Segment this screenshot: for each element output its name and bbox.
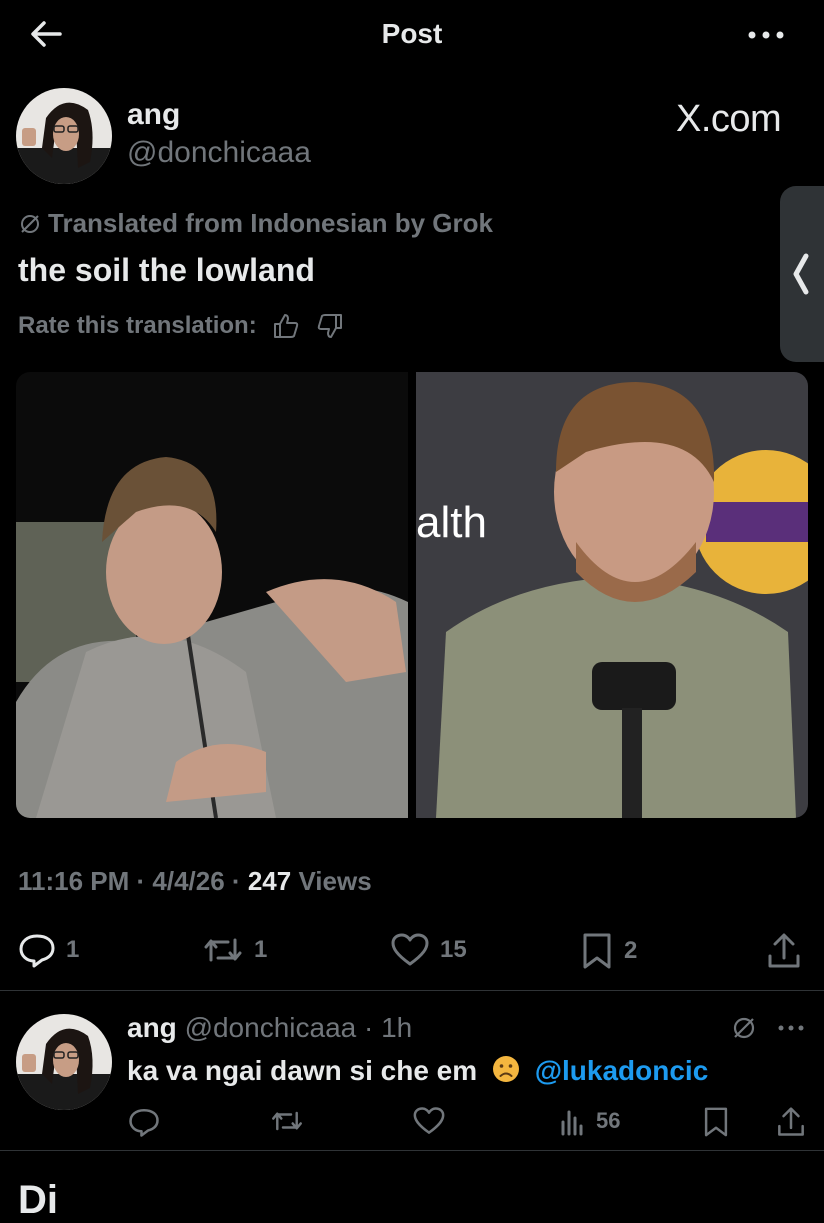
reply-translate-button[interactable] bbox=[730, 1014, 758, 1042]
reply-meta: ang @donchicaaa · 1h bbox=[127, 1012, 413, 1043]
avatar[interactable] bbox=[16, 88, 112, 184]
reply-reply-button[interactable] bbox=[128, 1106, 160, 1138]
reply-age: 1h bbox=[381, 1012, 413, 1043]
photo-right[interactable]: alth bbox=[416, 372, 808, 818]
reply-avatar[interactable] bbox=[16, 1014, 112, 1110]
repost-count: 1 bbox=[254, 936, 268, 963]
more-options-button[interactable] bbox=[744, 20, 788, 50]
globe-slash-icon bbox=[733, 1017, 755, 1039]
reply-body: ka va ngai dawn si che em bbox=[127, 1055, 478, 1086]
reply-author-handle[interactable]: @donchicaaa bbox=[185, 1012, 357, 1043]
mention-link[interactable]: @lukadoncic bbox=[535, 1055, 709, 1086]
post-date: 4/4/26 bbox=[152, 866, 225, 896]
comment-icon bbox=[19, 934, 55, 968]
reply-more-button[interactable] bbox=[776, 1018, 806, 1038]
bookmark-icon bbox=[583, 933, 611, 969]
photo-left-image bbox=[16, 372, 408, 818]
reply-avatar-image bbox=[16, 1014, 112, 1110]
side-panel-handle[interactable] bbox=[780, 186, 824, 362]
bookmark-button[interactable]: 2 bbox=[580, 932, 637, 970]
reply-bookmark-button[interactable] bbox=[702, 1106, 730, 1138]
divider bbox=[0, 990, 824, 991]
like-count: 15 bbox=[440, 936, 467, 963]
heart-icon bbox=[413, 1107, 445, 1134]
bookmark-count: 2 bbox=[624, 937, 638, 964]
views-chart-icon bbox=[561, 1110, 583, 1136]
reply-share-button[interactable] bbox=[776, 1106, 806, 1138]
reply-views-button[interactable]: 56 bbox=[560, 1106, 620, 1136]
bookmark-icon bbox=[704, 1107, 728, 1137]
rate-translation: Rate this translation: bbox=[18, 312, 345, 340]
reply-like-button[interactable] bbox=[412, 1106, 446, 1136]
photo-left[interactable] bbox=[16, 372, 408, 818]
reply-button[interactable]: 1 bbox=[18, 932, 79, 968]
repost-icon bbox=[204, 938, 242, 962]
avatar-image bbox=[16, 88, 112, 184]
reply-views-count: 56 bbox=[596, 1108, 621, 1133]
divider bbox=[0, 1150, 824, 1151]
reply-count: 1 bbox=[66, 936, 80, 963]
repost-button[interactable]: 1 bbox=[202, 932, 267, 968]
sad-face-emoji bbox=[491, 1054, 521, 1084]
thumbs-up-icon[interactable] bbox=[271, 312, 301, 340]
author-handle[interactable]: @donchicaaa bbox=[127, 136, 311, 170]
like-button[interactable]: 15 bbox=[390, 932, 467, 968]
reply-author-name[interactable]: ang bbox=[127, 1012, 177, 1043]
comment-icon bbox=[129, 1108, 159, 1137]
share-button[interactable] bbox=[766, 932, 802, 970]
source-watermark: X.com bbox=[676, 98, 782, 140]
translation-notice-text: Translated from Indonesian by Grok bbox=[48, 208, 493, 238]
rate-label: Rate this translation: bbox=[18, 312, 257, 339]
more-icon bbox=[748, 31, 784, 39]
share-icon bbox=[778, 1107, 804, 1136]
globe-slash-icon bbox=[21, 214, 39, 233]
page-title: Post bbox=[381, 18, 443, 49]
chevron-left-icon bbox=[793, 253, 809, 295]
views-label: Views bbox=[298, 866, 372, 896]
post-time: 11:16 PM bbox=[18, 866, 130, 896]
reply-text: ka va ngai dawn si che em @lukadoncic bbox=[127, 1054, 708, 1087]
share-icon bbox=[768, 933, 800, 968]
post-text: the soil the lowland bbox=[18, 252, 315, 288]
heart-icon bbox=[391, 933, 429, 966]
backdrop-text-alth: alth bbox=[416, 498, 487, 547]
more-icon bbox=[778, 1025, 804, 1031]
photo-right-image: alth bbox=[416, 372, 808, 818]
next-item-cut-text: Di bbox=[18, 1178, 58, 1222]
translation-notice: Translated from Indonesian by Grok bbox=[18, 208, 493, 239]
views-count: 247 bbox=[247, 866, 292, 896]
reply-repost-button[interactable] bbox=[270, 1106, 304, 1136]
post-timestamp: 11:16 PM · 4/4/26 · 247 Views bbox=[18, 866, 372, 896]
author-name[interactable]: ang bbox=[127, 98, 180, 132]
repost-icon bbox=[272, 1111, 302, 1131]
thumbs-down-icon[interactable] bbox=[315, 312, 345, 340]
post-media[interactable]: alth bbox=[16, 372, 808, 818]
